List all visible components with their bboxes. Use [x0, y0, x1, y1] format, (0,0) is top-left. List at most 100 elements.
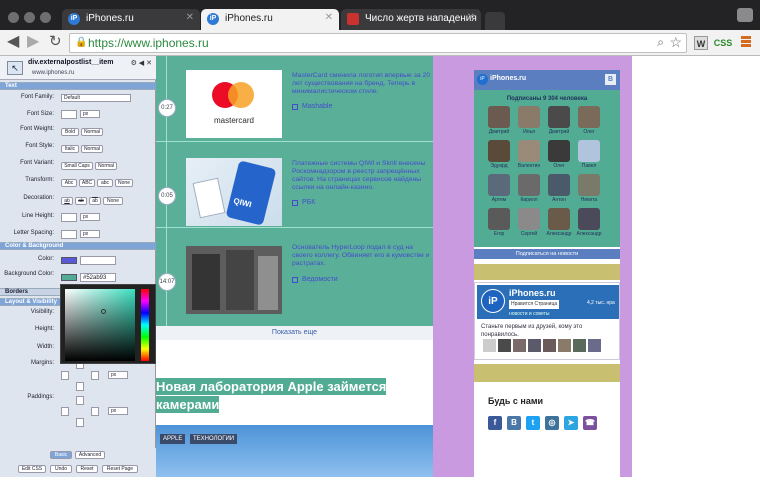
vk-member-avatar[interactable]	[578, 106, 600, 128]
zoom-icon[interactable]: ⌕	[657, 35, 664, 50]
minimize-window-button[interactable]	[24, 12, 35, 23]
pick-element-icon[interactable]: ↖	[7, 61, 23, 75]
fb-friend-avatar[interactable]	[498, 339, 511, 352]
tab-close-icon[interactable]: ✕	[186, 12, 194, 23]
tab-close-icon[interactable]: ✕	[467, 12, 475, 23]
css-extension-button[interactable]: CSS	[713, 36, 733, 50]
transform-lowercase-button[interactable]: abc	[97, 179, 113, 187]
source-checkbox[interactable]	[292, 104, 298, 110]
ad-banner[interactable]	[474, 364, 620, 382]
feed-item[interactable]: 0:05 QIWI Платежные системы QIWI и Skril…	[156, 142, 433, 228]
source-checkbox[interactable]	[292, 200, 298, 206]
picker-handle[interactable]	[101, 309, 106, 314]
margin-unit[interactable]: px	[108, 371, 128, 379]
ad-banner[interactable]	[474, 264, 620, 280]
w-extension-button[interactable]: W	[694, 36, 708, 50]
mastercard-thumbnail[interactable]: mastercard	[186, 70, 282, 138]
edit-css-button[interactable]: Edit CSS	[18, 465, 46, 473]
qiwi-thumbnail[interactable]: QIWI	[186, 158, 282, 226]
decoration-none-button[interactable]: None	[103, 197, 123, 205]
feed-item-source[interactable]: Ведомости	[302, 276, 338, 283]
vk-member-name[interactable]: Дмитрий	[484, 129, 514, 135]
line-height-input[interactable]	[61, 213, 77, 222]
font-size-input[interactable]	[61, 110, 77, 119]
letter-spacing-input[interactable]	[61, 230, 77, 239]
fb-friend-avatar[interactable]	[588, 339, 601, 352]
bg-color-swatch[interactable]	[61, 274, 77, 281]
vk-member-name[interactable]: Эдуард	[484, 163, 514, 169]
vk-member-avatar[interactable]	[578, 140, 600, 162]
color-input[interactable]	[80, 256, 116, 265]
saturation-value-field[interactable]	[65, 289, 135, 361]
new-tab-button[interactable]	[485, 12, 505, 30]
fb-friend-avatar[interactable]	[558, 339, 571, 352]
padding-left-input[interactable]	[61, 407, 69, 416]
font-size-unit[interactable]: px	[80, 110, 100, 118]
vk-member-avatar[interactable]	[488, 208, 510, 230]
basic-button[interactable]: Basic	[50, 451, 72, 459]
vk-member-name[interactable]: Егор	[484, 231, 514, 237]
headline-text[interactable]: Новая лаборатория Apple займется камерам…	[156, 378, 387, 413]
vk-member-name[interactable]: Кирилл	[514, 197, 544, 203]
social-icon[interactable]: ☎	[583, 416, 597, 430]
hyperloop-thumbnail[interactable]	[186, 246, 282, 314]
margin-left-input[interactable]	[61, 371, 69, 380]
feed-item[interactable]: 14:07 Основатель HyperLoop подал в суд н…	[156, 228, 433, 326]
feed-item-text[interactable]: Платежные системы QIWI и Skrill внесены …	[292, 160, 432, 192]
variant-normal-button[interactable]: Normal	[95, 162, 117, 170]
feed-item-text[interactable]: MasterCard сменила логотип впервые за 20…	[292, 72, 432, 96]
fb-cover[interactable]: iP iPhones.ru Нравится Страница 4,2 тыс.…	[477, 285, 619, 319]
vk-member-avatar[interactable]	[488, 174, 510, 196]
vk-member-name[interactable]: Дмитрий	[544, 129, 574, 135]
zoom-window-button[interactable]	[40, 12, 51, 23]
tab-news[interactable]: Число жертв нападения ✕	[341, 9, 481, 30]
vk-member-name[interactable]: Антон	[544, 197, 574, 203]
bookmark-star-icon[interactable]: ☆	[669, 34, 682, 51]
color-picker[interactable]	[60, 284, 156, 364]
transform-capitalize-button[interactable]: Abc	[61, 179, 77, 187]
vk-member-avatar[interactable]	[548, 140, 570, 162]
vk-member-avatar[interactable]	[548, 208, 570, 230]
padding-unit[interactable]: px	[108, 407, 128, 415]
social-icon[interactable]: ➤	[564, 416, 578, 430]
close-window-button[interactable]	[8, 12, 19, 23]
vk-member-name[interactable]: Сергей	[514, 231, 544, 237]
font-family-select[interactable]: Default	[61, 94, 131, 102]
vk-member-name[interactable]: Артем	[484, 197, 514, 203]
forward-arrow-icon[interactable]: ▶	[27, 34, 39, 50]
style-normal-button[interactable]: Normal	[81, 145, 103, 153]
fb-friend-avatar[interactable]	[513, 339, 526, 352]
vk-member-name[interactable]: Александр	[544, 231, 574, 237]
undo-button[interactable]: Undo	[50, 465, 72, 473]
vk-subscribe-button[interactable]: Подписаться на новости	[474, 249, 620, 259]
italic-button[interactable]: Italic	[61, 145, 79, 153]
bg-color-input[interactable]: #52ab93	[80, 273, 116, 282]
line-height-unit[interactable]: px	[80, 213, 100, 221]
vk-member-name[interactable]: Илья	[514, 129, 544, 135]
underline-button[interactable]: ab	[61, 197, 73, 205]
transform-none-button[interactable]: None	[115, 179, 133, 187]
feed-item-text[interactable]: Основатель HyperLoop подал в суд на свое…	[292, 244, 432, 268]
padding-bottom-input[interactable]	[76, 418, 84, 427]
tab-iphones-1[interactable]: iP iPhones.ru ✕	[62, 9, 200, 30]
small-caps-button[interactable]: Small Caps	[61, 162, 93, 170]
vk-member-avatar[interactable]	[578, 208, 600, 230]
fb-friend-avatar[interactable]	[573, 339, 586, 352]
vk-member-name[interactable]: Никита	[574, 197, 604, 203]
feed-item[interactable]: 0:27 mastercard MasterCard сменила логот…	[156, 56, 433, 142]
tag-apple[interactable]: APPLE	[160, 434, 186, 444]
vk-member-avatar[interactable]	[518, 106, 540, 128]
reset-page-button[interactable]: Reset Page	[102, 465, 138, 473]
vk-member-name[interactable]: Олег	[574, 129, 604, 135]
fb-friend-avatar[interactable]	[528, 339, 541, 352]
social-icon[interactable]: В	[507, 416, 521, 430]
letter-spacing-unit[interactable]: px	[80, 230, 100, 238]
color-swatch[interactable]	[61, 257, 77, 264]
vk-member-name[interactable]: Олег	[544, 163, 574, 169]
hue-slider[interactable]	[141, 289, 149, 361]
vk-member-name[interactable]: Павел	[574, 163, 604, 169]
panel-controls-icon[interactable]: ⚙ ◀ ✕	[131, 59, 152, 67]
vk-member-avatar[interactable]	[548, 106, 570, 128]
vk-member-avatar[interactable]	[518, 174, 540, 196]
reset-button[interactable]: Reset	[76, 465, 98, 473]
